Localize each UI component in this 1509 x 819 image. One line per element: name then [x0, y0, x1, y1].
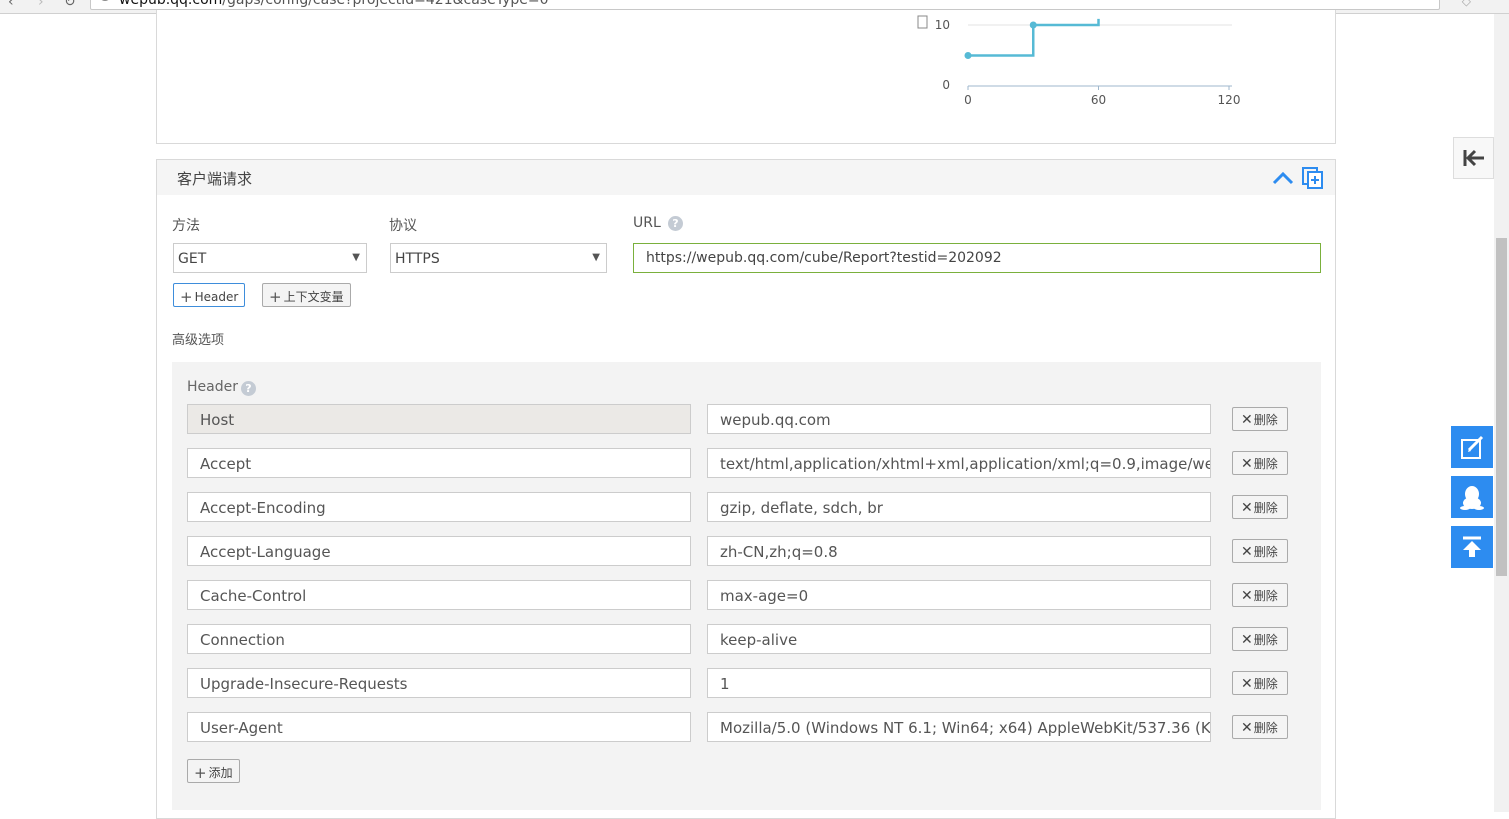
advanced-options-label[interactable]: 高级选项	[172, 329, 224, 348]
header-value-input[interactable]: Mozilla/5.0 (Windows NT 6.1; Win64; x64)…	[707, 712, 1211, 742]
header-value-input[interactable]: keep-alive	[707, 624, 1211, 654]
delete-header-button[interactable]: ✕删除	[1232, 671, 1288, 695]
axis-title-glyph	[917, 15, 928, 29]
close-icon: ✕	[1241, 544, 1253, 560]
header-row: Upgrade-Insecure-Requests 1 ✕删除	[187, 668, 1288, 698]
header-row: User-Agent Mozilla/5.0 (Windows NT 6.1; W…	[187, 712, 1288, 742]
browser-menu-icon[interactable]: ◇	[1462, 0, 1471, 8]
qq-penguin-icon	[1460, 486, 1484, 510]
delete-header-button[interactable]: ✕删除	[1232, 715, 1288, 739]
close-icon: ✕	[1241, 412, 1253, 428]
header-section-label: Header	[187, 379, 238, 395]
protocol-value: HTTPS	[395, 251, 440, 267]
header-value-input[interactable]: wepub.qq.com	[707, 404, 1211, 434]
header-key-input[interactable]: Accept-Encoding	[187, 492, 691, 522]
header-key-input[interactable]: Connection	[187, 624, 691, 654]
reload-icon[interactable]: ↻	[64, 0, 76, 10]
page-scrollbar[interactable]	[1494, 14, 1509, 812]
header-row: Host wepub.qq.com ✕删除	[187, 404, 1288, 434]
close-icon: ✕	[1241, 676, 1253, 692]
header-row: Accept-Encoding gzip, deflate, sdch, br ✕删…	[187, 492, 1288, 522]
method-select[interactable]: GET ▼	[173, 243, 367, 273]
bookmark-star-icon[interactable]: ☆	[1418, 0, 1431, 3]
x-tick-label: 60	[1091, 93, 1106, 107]
back-to-top-icon	[1463, 536, 1481, 557]
address-text: wepub.qq.com/gaps/config/case?projectId=…	[119, 0, 549, 8]
chevron-up-icon[interactable]	[1271, 169, 1295, 187]
protocol-label: 协议	[389, 218, 417, 234]
header-value-input[interactable]: max-age=0	[707, 580, 1211, 610]
advanced-options-box: Header ? Host wepub.qq.com ✕删除 Accept text/h…	[172, 362, 1321, 810]
header-value-input[interactable]: text/html,application/xhtml+xml,applicat…	[707, 448, 1211, 478]
add-context-variable-button[interactable]: + 上下文变量	[262, 283, 351, 307]
x-tick-label: 0	[964, 93, 972, 107]
help-icon[interactable]: ?	[668, 216, 683, 231]
method-label: 方法	[172, 218, 200, 234]
header-key-input[interactable]: Host	[187, 404, 691, 434]
add-header-row-button[interactable]: + 添加	[187, 759, 240, 783]
y-tick-label: 10	[935, 18, 950, 32]
delete-header-button[interactable]: ✕删除	[1232, 627, 1288, 651]
back-icon[interactable]: ‹	[8, 0, 14, 10]
delete-header-button[interactable]: ✕删除	[1232, 539, 1288, 563]
back-to-top-button[interactable]	[1451, 526, 1493, 568]
client-request-panel: 客户端请求 方法 GET ▼ 协议 HTTPS ▼ URL ? https://…	[156, 159, 1336, 819]
close-icon: ✕	[1241, 500, 1253, 516]
delete-header-button[interactable]: ✕删除	[1232, 495, 1288, 519]
side-panel-toggle[interactable]	[1453, 137, 1494, 179]
header-key-input[interactable]: Accept	[187, 448, 691, 478]
header-key-input[interactable]: Upgrade-Insecure-Requests	[187, 668, 691, 698]
scrollbar-thumb[interactable]	[1496, 238, 1507, 576]
collapse-left-icon	[1463, 149, 1484, 167]
header-row: Accept-Language zh-CN,zh;q=0.8 ✕删除	[187, 536, 1288, 566]
caret-down-icon: ▼	[352, 252, 360, 263]
protocol-select[interactable]: HTTPS ▼	[390, 243, 607, 273]
header-value-input[interactable]: gzip, deflate, sdch, br	[707, 492, 1211, 522]
header-key-input[interactable]: Accept-Language	[187, 536, 691, 566]
panel-header: 客户端请求	[157, 160, 1335, 195]
method-value: GET	[178, 251, 207, 267]
panel-title: 客户端请求	[177, 170, 253, 188]
close-icon: ✕	[1241, 456, 1253, 472]
y-tick-label: 0	[942, 78, 950, 92]
help-icon[interactable]: ?	[241, 381, 256, 396]
edit-icon	[1461, 435, 1484, 459]
chart-panel: 10 0 0 60 120	[156, 10, 1336, 144]
plus-icon: +	[194, 764, 207, 782]
delete-header-button[interactable]: ✕删除	[1232, 407, 1288, 431]
header-key-input[interactable]: User-Agent	[187, 712, 691, 742]
header-row: Connection keep-alive ✕删除	[187, 624, 1288, 654]
close-icon: ✕	[1241, 720, 1253, 736]
close-icon: ✕	[1241, 588, 1253, 604]
data-point	[964, 52, 972, 59]
delete-header-button[interactable]: ✕删除	[1232, 451, 1288, 475]
add-header-button[interactable]: + Header	[173, 283, 246, 307]
info-icon[interactable]	[99, 0, 111, 1]
header-value-input[interactable]: zh-CN,zh;q=0.8	[707, 536, 1211, 566]
step-line-chart: 10 00 60 120	[917, 15, 1241, 107]
feedback-edit-button[interactable]	[1451, 426, 1493, 468]
copy-add-icon[interactable]	[1302, 167, 1324, 189]
address-bar[interactable]: wepub.qq.com/gaps/config/case?projectId=…	[90, 0, 1440, 10]
header-row: Cache-Control max-age=0 ✕删除	[187, 580, 1288, 610]
header-row: Accept text/html,application/xhtml+xml,ap…	[187, 448, 1288, 478]
url-input[interactable]: https://wepub.qq.com/cube/Report?testid=…	[633, 243, 1321, 273]
plus-icon: +	[269, 288, 282, 306]
url-value: https://wepub.qq.com/cube/Report?testid=…	[646, 250, 1002, 266]
plus-icon: +	[180, 288, 193, 306]
qq-contact-button[interactable]	[1451, 476, 1493, 518]
forward-icon[interactable]: ›	[38, 0, 44, 10]
delete-header-button[interactable]: ✕删除	[1232, 583, 1288, 607]
x-tick-label: 120	[1218, 93, 1241, 107]
header-key-input[interactable]: Cache-Control	[187, 580, 691, 610]
close-icon: ✕	[1241, 632, 1253, 648]
caret-down-icon: ▼	[592, 252, 600, 263]
data-point	[1029, 21, 1037, 29]
header-value-input[interactable]: 1	[707, 668, 1211, 698]
url-label: URL	[633, 215, 661, 231]
